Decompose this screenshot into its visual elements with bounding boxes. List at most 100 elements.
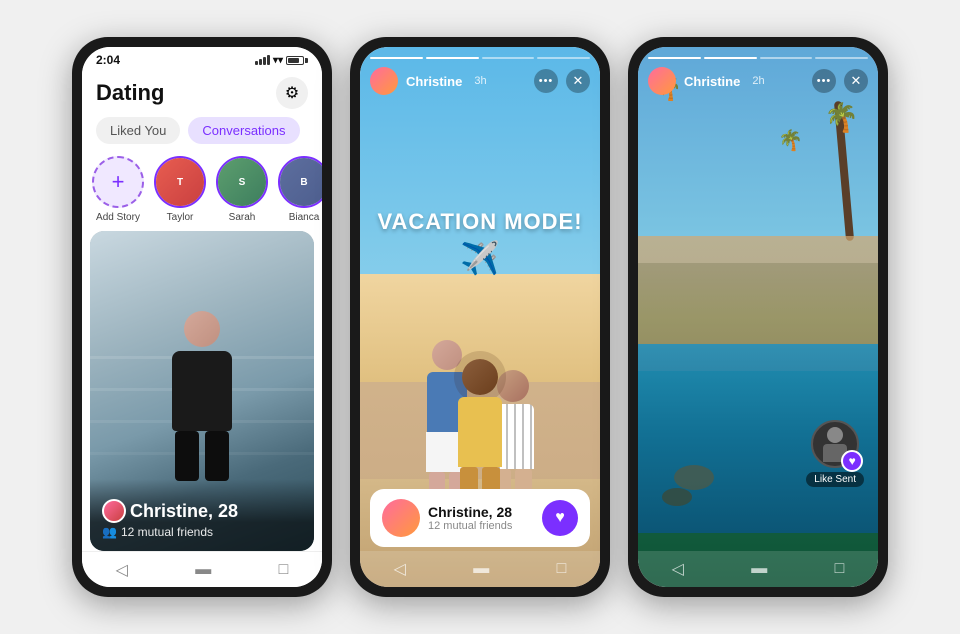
status-time: 2:04 (96, 53, 120, 67)
navigation-bar-2: ◁ ▬ □ (360, 551, 600, 587)
wifi-icon: ▾▾ (273, 55, 283, 66)
resort-background: 🌴 🌴 🌴 (638, 47, 878, 587)
story-card-avatar (382, 499, 420, 537)
home-nav-icon-2[interactable]: ▬ (473, 560, 489, 578)
phone-1: 2:04 ▾▾ Dating ⚙ (72, 37, 332, 597)
battery-icon (286, 56, 308, 65)
phone-2-screen: Christine 3h ••• ✕ VACATION MODE! (360, 47, 600, 587)
story-card-name: Christine, 28 (428, 504, 512, 520)
close-story-button[interactable]: ✕ (566, 69, 590, 93)
tabs-row: Liked You Conversations (82, 113, 322, 152)
dating-header: Dating ⚙ (82, 69, 322, 113)
story-view-3: 🌴 🌴 🌴 (638, 47, 878, 587)
gear-icon: ⚙ (285, 83, 299, 103)
more-options-button-3[interactable]: ••• (812, 69, 836, 93)
phone-1-screen: 2:04 ▾▾ Dating ⚙ (82, 47, 322, 587)
story-info-row: Christine 3h ••• ✕ (370, 67, 590, 95)
plane-emoji: ✈️ (377, 239, 582, 277)
square-nav-icon[interactable]: □ (279, 561, 289, 579)
story-info-row-3: Christine 2h ••• ✕ (648, 67, 868, 95)
back-nav-icon[interactable]: ◁ (116, 560, 128, 580)
bianca-avatar: B (278, 156, 322, 208)
palm-tree-3: 🌴 (786, 128, 806, 248)
profile-card[interactable]: Christine, 28 👥 12 mutual friends (90, 231, 314, 551)
story-time: 3h (474, 75, 486, 87)
more-dots-icon: ••• (539, 75, 554, 87)
more-options-button[interactable]: ••• (534, 69, 558, 93)
progress-seg-1 (370, 57, 423, 59)
story-actions: ••• ✕ (534, 69, 590, 93)
story-header-2: Christine 3h ••• ✕ (360, 47, 600, 95)
story-username-3: Christine (684, 74, 740, 89)
story-bianca[interactable]: B Bianca (278, 156, 322, 223)
navigation-bar-1: ◁ ▬ □ (82, 551, 322, 587)
palm-tree-2: 🌴 (662, 74, 682, 214)
add-story-avatar: + (92, 156, 144, 208)
story-sarah[interactable]: S Sarah (216, 156, 268, 223)
phone-3: 🌴 🌴 🌴 (628, 37, 888, 597)
progress-seg-2 (426, 57, 479, 59)
close-icon: ✕ (573, 73, 584, 89)
bianca-label: Bianca (289, 212, 320, 223)
story-bottom-card: Christine, 28 12 mutual friends ♥ (370, 489, 590, 547)
vacation-mode-text: VACATION MODE! (377, 209, 582, 235)
progress-seg-3-4 (815, 57, 868, 59)
plus-icon: + (112, 169, 125, 195)
home-nav-icon-3[interactable]: ▬ (751, 560, 767, 578)
story-actions-3: ••• ✕ (812, 69, 868, 93)
card-overlay: Christine, 28 👥 12 mutual friends (90, 479, 314, 551)
square-nav-icon-2[interactable]: □ (557, 560, 567, 578)
close-story-button-3[interactable]: ✕ (844, 69, 868, 93)
progress-seg-3 (482, 57, 535, 59)
status-icons: ▾▾ (255, 55, 308, 66)
settings-button[interactable]: ⚙ (276, 77, 308, 109)
story-username: Christine (406, 74, 462, 89)
progress-bars-3 (648, 57, 868, 59)
story-card-person-info: Christine, 28 12 mutual friends (382, 499, 512, 537)
phone-2: Christine 3h ••• ✕ VACATION MODE! (350, 37, 610, 597)
story-user-info: Christine 3h (370, 67, 487, 95)
person-silhouette (157, 311, 247, 481)
sarah-label: Sarah (229, 212, 256, 223)
taylor-avatar: T (154, 156, 206, 208)
stories-row: + Add Story T Taylor S Sarah (82, 152, 322, 231)
progress-seg-3-3 (760, 57, 813, 59)
progress-seg-4 (537, 57, 590, 59)
story-mini-avatar (370, 67, 398, 95)
taylor-label: Taylor (167, 212, 194, 223)
story-header-3: Christine 2h ••• ✕ (638, 47, 878, 95)
page-title: Dating (96, 80, 164, 106)
story-text-overlay: VACATION MODE! ✈️ (377, 209, 582, 277)
sarah-avatar: S (216, 156, 268, 208)
add-story-label: Add Story (96, 212, 140, 223)
story-view-2: Christine 3h ••• ✕ VACATION MODE! (360, 47, 600, 587)
mutual-friends-icon: 👥 (102, 525, 117, 539)
tab-liked-you[interactable]: Liked You (96, 117, 180, 144)
close-icon-3: ✕ (851, 73, 862, 89)
like-sent-label: Like Sent (806, 472, 864, 487)
like-sent-badge: ♥ Like Sent (806, 420, 864, 487)
story-taylor[interactable]: T Taylor (154, 156, 206, 223)
progress-bars (370, 57, 590, 59)
story-card-text: Christine, 28 12 mutual friends (428, 504, 512, 532)
home-nav-icon[interactable]: ▬ (195, 561, 211, 579)
like-button[interactable]: ♥ (542, 500, 578, 536)
square-nav-icon-3[interactable]: □ (835, 560, 845, 578)
card-mutual-friends: 👥 12 mutual friends (102, 525, 302, 539)
tab-conversations[interactable]: Conversations (188, 117, 299, 144)
story-time-3: 2h (752, 75, 764, 87)
story-card-mutual: 12 mutual friends (428, 520, 512, 532)
progress-seg-3-2 (704, 57, 757, 59)
back-nav-icon-3[interactable]: ◁ (672, 559, 684, 579)
navigation-bar-3: ◁ ▬ □ (638, 551, 878, 587)
story-mini-avatar-3 (648, 67, 676, 95)
like-sent-heart: ♥ (841, 450, 863, 472)
like-sent-avatar-wrap: ♥ (811, 420, 859, 468)
card-mini-avatar (102, 499, 126, 523)
phone-3-screen: 🌴 🌴 🌴 (638, 47, 878, 587)
status-bar-1: 2:04 ▾▾ (82, 47, 322, 69)
story-add[interactable]: + Add Story (92, 156, 144, 223)
back-nav-icon-2[interactable]: ◁ (394, 559, 406, 579)
more-dots-icon-3: ••• (817, 75, 832, 87)
heart-icon: ♥ (555, 509, 565, 527)
